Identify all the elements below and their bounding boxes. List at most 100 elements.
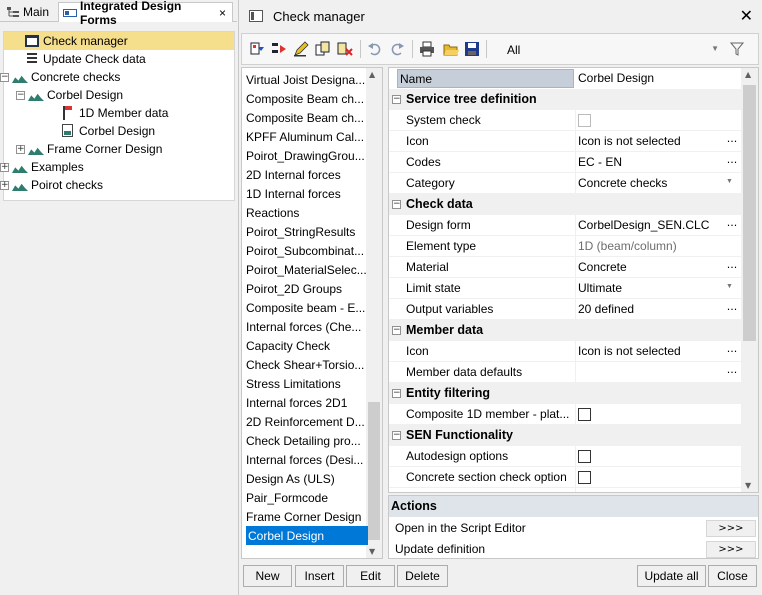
collapse-icon[interactable]: − bbox=[392, 95, 401, 104]
new-button[interactable]: New bbox=[243, 565, 292, 587]
property-category[interactable]: − Check data bbox=[389, 194, 743, 215]
collapse-icon[interactable]: − bbox=[0, 72, 9, 82]
delete-button[interactable]: Delete bbox=[397, 565, 448, 587]
ellipsis-button[interactable]: ... bbox=[723, 343, 741, 359]
ellipsis-button[interactable]: ... bbox=[723, 217, 741, 233]
property-value[interactable]: Icon is not selected bbox=[578, 134, 720, 148]
property-checkbox[interactable] bbox=[578, 471, 591, 484]
ellipsis-button[interactable]: ... bbox=[723, 259, 741, 275]
delete-check-icon[interactable] bbox=[337, 41, 353, 57]
property-value[interactable]: Concrete checks bbox=[578, 176, 720, 190]
action-run-button[interactable]: >>> bbox=[706, 520, 756, 537]
property-category[interactable]: − SEN Functionality bbox=[389, 425, 743, 446]
scroll-up-icon[interactable]: ▲ bbox=[745, 70, 751, 79]
undo-icon[interactable] bbox=[367, 41, 383, 57]
check-list-item[interactable]: Composite Beam ch... bbox=[246, 89, 366, 108]
filter-icon[interactable] bbox=[730, 41, 744, 57]
edit-button[interactable]: Edit bbox=[346, 565, 395, 587]
check-list-item[interactable]: Reactions bbox=[246, 203, 366, 222]
property-header-row[interactable]: Name Corbel Design bbox=[389, 68, 743, 89]
list-scrollbar[interactable]: ▲ ▼ bbox=[366, 68, 382, 558]
property-row[interactable]: Concrete section check option bbox=[389, 467, 743, 488]
check-list-item[interactable]: Composite beam - E... bbox=[246, 298, 366, 317]
property-row[interactable]: Material Concrete... bbox=[389, 257, 743, 278]
tab-close-icon[interactable]: × bbox=[219, 6, 228, 20]
action-update-definition[interactable]: Update definition bbox=[395, 539, 485, 559]
check-list-item[interactable]: 2D Reinforcement D... bbox=[246, 412, 366, 431]
property-row[interactable]: Category Concrete checks ▼ bbox=[389, 173, 743, 194]
collapse-icon[interactable]: − bbox=[392, 326, 401, 335]
tree-item[interactable]: 1D Member data bbox=[60, 104, 168, 122]
property-value[interactable]: 20 defined bbox=[578, 302, 720, 316]
tree-item[interactable]: + Poirot checks bbox=[0, 176, 103, 194]
chevron-down-icon[interactable]: ▼ bbox=[726, 283, 733, 290]
property-row[interactable]: Composite 1D member - plat... bbox=[389, 404, 743, 425]
check-list-item[interactable]: Check Shear+Torsio... bbox=[246, 355, 366, 374]
check-list-item[interactable]: Poirot_StringResults bbox=[246, 222, 366, 241]
property-value[interactable]: Icon is not selected bbox=[578, 344, 720, 358]
check-list-item[interactable]: Poirot_2D Groups bbox=[246, 279, 366, 298]
tree-item[interactable]: − Corbel Design bbox=[16, 86, 123, 104]
property-row[interactable]: Output variables 20 defined... bbox=[389, 299, 743, 320]
property-row[interactable]: Icon Icon is not selected... bbox=[389, 131, 743, 152]
save-icon[interactable] bbox=[464, 41, 480, 57]
property-checkbox[interactable] bbox=[578, 450, 591, 463]
check-list-item[interactable]: KPFF Aluminum Cal... bbox=[246, 127, 366, 146]
check-list-item[interactable]: Poirot_MaterialSelec... bbox=[246, 260, 366, 279]
update-all-button[interactable]: Update all bbox=[637, 565, 706, 587]
close-button[interactable]: Close bbox=[708, 565, 757, 587]
property-category[interactable]: − Service tree definition bbox=[389, 89, 743, 110]
action-run-button[interactable]: >>> bbox=[706, 541, 756, 558]
scroll-down-icon[interactable]: ▼ bbox=[369, 547, 375, 556]
check-list-item[interactable]: Capacity Check bbox=[246, 336, 366, 355]
expand-icon[interactable]: + bbox=[0, 180, 9, 190]
tab-main[interactable]: Main bbox=[2, 2, 56, 22]
check-list-item[interactable]: 2D Internal forces bbox=[246, 165, 366, 184]
check-list-item[interactable]: Internal forces (Che... bbox=[246, 317, 366, 336]
copy-check-icon[interactable] bbox=[315, 41, 331, 57]
insert-button[interactable]: Insert bbox=[295, 565, 344, 587]
check-list-item[interactable]: Check Detailing pro... bbox=[246, 431, 366, 450]
property-value[interactable]: CorbelDesign_SEN.CLC bbox=[578, 218, 720, 232]
collapse-icon[interactable]: − bbox=[392, 431, 401, 440]
ellipsis-button[interactable]: ... bbox=[723, 301, 741, 317]
check-list-item[interactable]: Internal forces 2D1 bbox=[246, 393, 366, 412]
list-scroll-thumb[interactable] bbox=[368, 402, 380, 540]
check-list-item[interactable]: Pair_Formcode bbox=[246, 488, 366, 507]
close-icon[interactable]: ✕ bbox=[740, 8, 753, 24]
chevron-down-icon[interactable]: ▼ bbox=[726, 178, 733, 185]
check-list-item[interactable]: 1D Internal forces bbox=[246, 184, 366, 203]
action-open-script-editor[interactable]: Open in the Script Editor bbox=[395, 518, 526, 538]
scroll-down-icon[interactable]: ▼ bbox=[745, 481, 751, 490]
check-list-item[interactable]: Design As (ULS) bbox=[246, 469, 366, 488]
check-list-item[interactable]: Stress Limitations bbox=[246, 374, 366, 393]
property-row[interactable] bbox=[389, 488, 743, 492]
redo-icon[interactable] bbox=[389, 41, 405, 57]
print-icon[interactable] bbox=[419, 41, 435, 57]
tree-item[interactable]: Update Check data bbox=[24, 50, 146, 68]
ellipsis-button[interactable]: ... bbox=[723, 364, 741, 380]
property-row[interactable]: System check bbox=[389, 110, 743, 131]
collapse-icon[interactable]: − bbox=[392, 200, 401, 209]
category-filter-select[interactable]: All ▼ bbox=[505, 41, 723, 59]
collapse-icon[interactable]: − bbox=[392, 389, 401, 398]
property-row[interactable]: Codes EC - EN... bbox=[389, 152, 743, 173]
check-list-item[interactable]: Poirot_DrawingGrou... bbox=[246, 146, 366, 165]
tree-item[interactable]: Corbel Design bbox=[60, 122, 155, 140]
check-list-item[interactable]: Frame Corner Design bbox=[246, 507, 366, 526]
open-folder-icon[interactable] bbox=[443, 41, 459, 57]
collapse-icon[interactable]: − bbox=[16, 90, 25, 100]
scroll-up-icon[interactable]: ▲ bbox=[369, 70, 375, 79]
tree-item[interactable]: + Examples bbox=[0, 158, 84, 176]
check-list-item[interactable]: Internal forces (Desi... bbox=[246, 450, 366, 469]
tree-item[interactable]: Check manager bbox=[4, 32, 234, 50]
property-row[interactable]: Autodesign options bbox=[389, 446, 743, 467]
property-row[interactable]: Design form CorbelDesign_SEN.CLC... bbox=[389, 215, 743, 236]
property-scrollbar[interactable]: ▲ ▼ bbox=[741, 68, 758, 492]
tree-item[interactable]: − Concrete checks bbox=[0, 68, 120, 86]
expand-icon[interactable]: + bbox=[0, 162, 9, 172]
expand-icon[interactable]: + bbox=[16, 144, 25, 154]
edit-icon[interactable] bbox=[293, 41, 309, 57]
name-value[interactable]: Corbel Design bbox=[578, 71, 654, 85]
property-value[interactable]: Ultimate bbox=[578, 281, 720, 295]
